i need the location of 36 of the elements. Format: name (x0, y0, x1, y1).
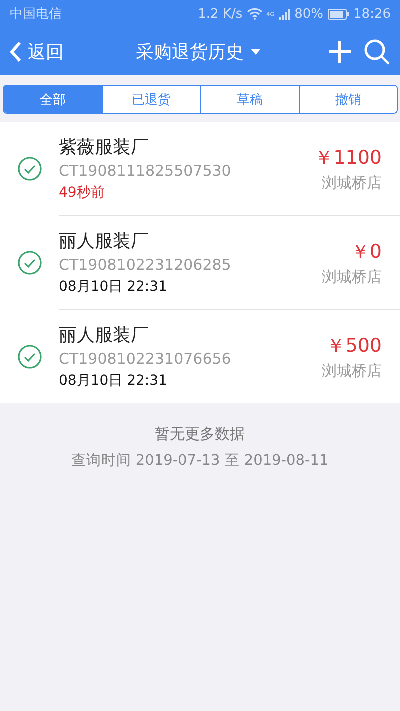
battery-icon (328, 8, 350, 20)
clock-time: 18:26 (354, 6, 391, 22)
caret-icon[interactable] (250, 48, 262, 56)
order-amount: ￥1100 (314, 146, 382, 170)
battery-percent: 80% (294, 6, 324, 22)
network-type: ⁴ᴳ (266, 12, 275, 22)
order-time: 49秒前 (59, 184, 106, 203)
query-range-text: 查询时间 2019-07-13 至 2019-08-11 (70, 452, 330, 471)
wifi-icon (246, 8, 263, 20)
supplier-name: 丽人服装厂 (59, 230, 150, 254)
order-amount: ￥500 (326, 334, 382, 358)
order-number: CT1908102231076656 (59, 349, 232, 370)
order-number: CT1908111825507530 (59, 161, 232, 182)
order-number: CT1908102231206285 (59, 255, 232, 276)
signal-icon (278, 8, 291, 20)
add-icon[interactable] (328, 40, 352, 64)
supplier-name: 紫薇服装厂 (59, 136, 150, 160)
filter-tab[interactable]: 撤销 (298, 86, 397, 113)
store-name: 浏城桥店 (321, 172, 382, 194)
order-amount: ￥0 (350, 240, 382, 264)
title-dropdown[interactable]: 采购退货历史 (136, 40, 262, 64)
back-chevron-icon[interactable] (10, 40, 22, 62)
store-name: 浏城桥店 (322, 360, 382, 382)
supplier-name: 丽人服装厂 (59, 324, 150, 348)
search-icon[interactable] (364, 38, 390, 64)
order-time: 08月10日 22:31 (59, 278, 168, 297)
no-more-data-text: 暂无更多数据 (154, 424, 246, 445)
check-circle-icon[interactable] (18, 251, 42, 275)
check-circle-icon[interactable] (18, 157, 42, 181)
carrier-name: 中国电信 (10, 6, 62, 23)
check-circle-icon[interactable] (18, 344, 42, 368)
filter-tab[interactable]: 全部 (4, 86, 102, 113)
network-speed: 1.2 K/s (198, 6, 243, 22)
store-name: 浏城桥店 (322, 266, 382, 288)
order-time: 08月10日 22:31 (59, 372, 168, 391)
back-button[interactable]: 返回 (10, 40, 64, 64)
